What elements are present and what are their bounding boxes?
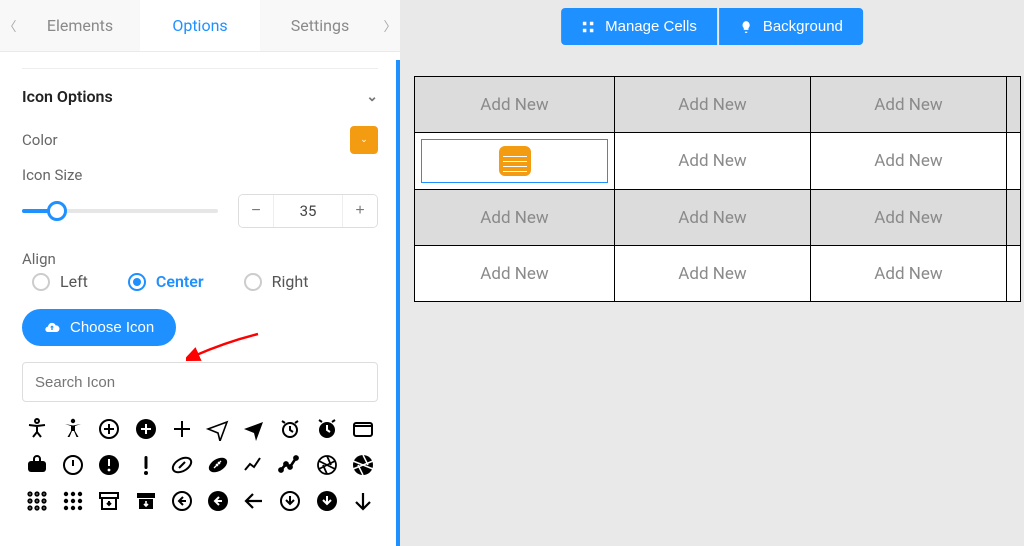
panel-tabs: 〈 Elements Options Settings 〉 (0, 0, 400, 52)
cell-add-new[interactable] (1007, 77, 1021, 133)
archive-icon[interactable] (131, 486, 161, 516)
increment-button[interactable]: + (343, 195, 377, 227)
alarm-outline-icon[interactable] (275, 414, 305, 444)
alert-circle-icon[interactable] (94, 450, 124, 480)
radio-icon (244, 273, 262, 291)
cells-table: Add New Add New Add New Add New Add New … (414, 76, 1021, 302)
divider (22, 68, 378, 69)
search-icon-input[interactable] (22, 362, 378, 402)
cell-add-new[interactable]: Add New (615, 77, 811, 133)
airplane-icon[interactable] (239, 414, 269, 444)
tablet-outline-icon[interactable] (348, 414, 378, 444)
placed-icon (499, 146, 531, 176)
chevron-down-icon: ⌄ (360, 135, 368, 145)
plus-circle-icon[interactable] (131, 414, 161, 444)
align-label: Align (22, 250, 378, 268)
icon-size-value: 35 (273, 195, 343, 227)
section-title: Icon Options (22, 87, 113, 106)
cell-add-new[interactable]: Add New (811, 246, 1007, 302)
tab-settings[interactable]: Settings (260, 0, 380, 51)
cell-add-new[interactable]: Add New (811, 190, 1007, 246)
cell-add-new[interactable] (1007, 190, 1021, 246)
accessibility-outline-icon[interactable] (22, 414, 52, 444)
arrow-back-circle-icon[interactable] (203, 486, 233, 516)
cell-add-new[interactable]: Add New (415, 190, 615, 246)
arrow-down-circle-outline-icon[interactable] (275, 486, 305, 516)
football-outline-icon[interactable] (167, 450, 197, 480)
icon-size-label: Icon Size (22, 166, 378, 184)
cell-add-new[interactable]: Add New (811, 77, 1007, 133)
arrow-back-icon[interactable] (239, 486, 269, 516)
chevron-down-icon: ⌄ (366, 89, 378, 105)
tabs-prev-button[interactable]: 〈 (0, 16, 20, 35)
icon-grid (22, 414, 378, 516)
tab-elements[interactable]: Elements (20, 0, 140, 51)
cell-add-new[interactable]: Add New (811, 133, 1007, 190)
arrow-down-icon[interactable] (348, 486, 378, 516)
aperture-outline-icon[interactable] (312, 450, 342, 480)
align-center-radio[interactable]: Center (128, 272, 204, 291)
dots-grid-filled-icon[interactable] (58, 486, 88, 516)
tab-options[interactable]: Options (140, 0, 260, 51)
manage-cells-button[interactable]: Manage Cells (561, 8, 717, 45)
suitcase-icon[interactable] (22, 450, 52, 480)
cell-add-new[interactable]: Add New (615, 133, 811, 190)
exclaim-icon[interactable] (131, 450, 161, 480)
plus-circle-outline-icon[interactable] (94, 414, 124, 444)
analytics-outline-icon[interactable] (239, 450, 269, 480)
arrow-down-circle-icon[interactable] (312, 486, 342, 516)
tabs-next-button[interactable]: 〉 (380, 16, 400, 35)
icon-size-slider[interactable] (22, 209, 218, 213)
cell-add-new[interactable] (1007, 246, 1021, 302)
radio-icon (32, 273, 50, 291)
airplane-outline-icon[interactable] (203, 414, 233, 444)
alert-circle-outline-icon[interactable] (58, 450, 88, 480)
arrow-back-circle-outline-icon[interactable] (167, 486, 197, 516)
cell-add-new[interactable] (1007, 133, 1021, 190)
plus-icon[interactable] (167, 414, 197, 444)
icon-size-stepper: − 35 + (238, 194, 378, 228)
section-header-icon-options[interactable]: Icon Options ⌄ (22, 87, 378, 106)
dots-grid-icon[interactable] (22, 486, 52, 516)
grid-icon (581, 20, 595, 34)
align-left-radio[interactable]: Left (32, 272, 88, 291)
cell-add-new[interactable]: Add New (615, 190, 811, 246)
background-button[interactable]: Background (719, 8, 863, 45)
cell-add-new[interactable]: Add New (615, 246, 811, 302)
cell-add-new[interactable]: Add New (415, 246, 615, 302)
football-icon[interactable] (203, 450, 233, 480)
align-right-radio[interactable]: Right (244, 272, 309, 291)
cell-selected[interactable] (415, 133, 615, 190)
decrement-button[interactable]: − (239, 195, 273, 227)
aperture-icon[interactable] (348, 450, 378, 480)
slider-thumb[interactable] (47, 201, 67, 221)
color-picker[interactable]: ⌄ (350, 126, 378, 154)
analytics-icon[interactable] (275, 450, 305, 480)
alarm-icon[interactable] (312, 414, 342, 444)
archive-outline-icon[interactable] (94, 486, 124, 516)
cloud-upload-icon (44, 320, 60, 336)
color-label: Color (22, 131, 58, 149)
radio-icon (128, 273, 146, 291)
cell-add-new[interactable]: Add New (415, 77, 615, 133)
choose-icon-button[interactable]: Choose Icon (22, 309, 176, 346)
bulb-icon (739, 20, 753, 34)
accessibility-icon[interactable] (58, 414, 88, 444)
